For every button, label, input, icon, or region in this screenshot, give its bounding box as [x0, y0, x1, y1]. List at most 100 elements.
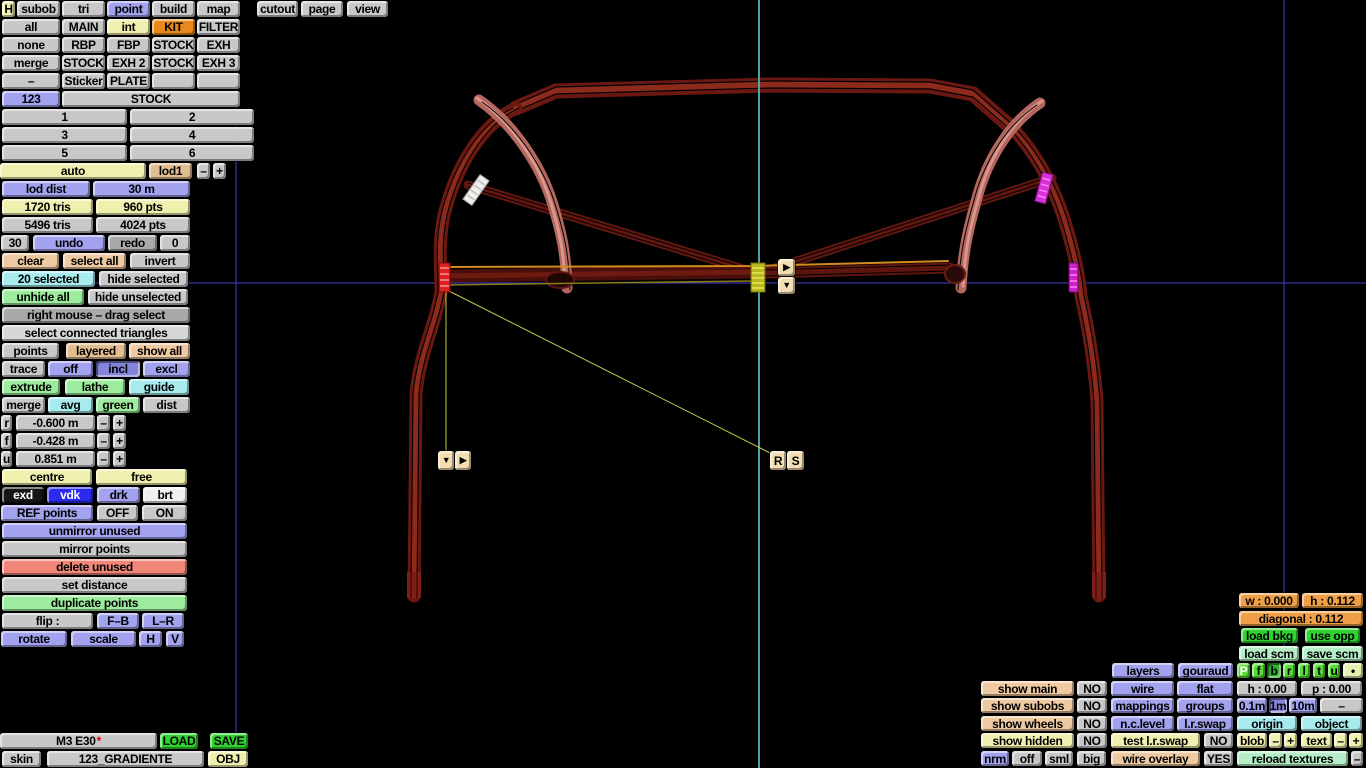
btn-u-minus[interactable]: –: [97, 451, 110, 467]
btn-f-plus[interactable]: +: [113, 433, 126, 449]
btn-show-main[interactable]: show main: [981, 681, 1074, 696]
btn-groups[interactable]: groups: [1177, 698, 1233, 713]
btn-2[interactable]: 2: [130, 109, 254, 125]
btn-trace[interactable]: trace: [2, 361, 45, 377]
btn-obj[interactable]: OBJ: [208, 751, 248, 767]
btn-incl[interactable]: incl: [96, 361, 140, 377]
btn-kit[interactable]: KIT: [152, 19, 195, 35]
btn-view[interactable]: view: [347, 1, 388, 17]
btn-exd[interactable]: exd: [2, 487, 44, 503]
btn-l-r[interactable]: L–R: [142, 613, 184, 629]
btn-clear[interactable]: clear: [2, 253, 59, 269]
btn-wire-overlay[interactable]: wire overlay: [1111, 751, 1200, 766]
btn-stock-wide[interactable]: STOCK: [62, 91, 240, 107]
btn-filter[interactable]: FILTER: [197, 19, 240, 35]
lod-dist-value[interactable]: 30 m: [93, 181, 190, 197]
btn-view-dot[interactable]: •: [1343, 663, 1363, 678]
btn-3[interactable]: 3: [2, 127, 127, 143]
btn-reload-textures[interactable]: reload textures: [1237, 751, 1348, 766]
btn-stock[interactable]: STOCK: [152, 37, 195, 53]
btn-map[interactable]: map: [197, 1, 240, 17]
btn-avg[interactable]: avg: [48, 397, 93, 413]
btn-excl[interactable]: excl: [143, 361, 190, 377]
btn-origin[interactable]: origin: [1237, 716, 1297, 731]
btn-auto[interactable]: auto: [0, 163, 146, 179]
btn-save-scm[interactable]: save scm: [1302, 646, 1363, 661]
btn-big[interactable]: big: [1077, 751, 1106, 766]
btn-wire[interactable]: wire: [1111, 681, 1174, 696]
btn-object[interactable]: object: [1301, 716, 1362, 731]
btn-scale[interactable]: scale: [71, 631, 136, 647]
btn-select-all[interactable]: select all: [63, 253, 126, 269]
btn-f-minus[interactable]: –: [97, 433, 110, 449]
btn-ref-points[interactable]: REF points: [1, 505, 93, 521]
btn-test-l-r-swap[interactable]: test l.r.swap: [1111, 733, 1200, 748]
viewport-down-arrow-button[interactable]: ▼: [438, 451, 454, 470]
btn-rbp[interactable]: RBP: [62, 37, 105, 53]
btn-view-r[interactable]: r: [1283, 663, 1295, 678]
btn-r-plus[interactable]: +: [113, 415, 126, 431]
btn-set-distance[interactable]: set distance: [2, 577, 187, 593]
btn-1[interactable]: 1: [2, 109, 127, 125]
btn-none[interactable]: none: [2, 37, 60, 53]
btn-load-scm[interactable]: load scm: [1239, 646, 1299, 661]
btn-l-r-swap[interactable]: l.r.swap: [1177, 716, 1233, 731]
btn-redo[interactable]: redo: [108, 235, 157, 251]
btn-int[interactable]: int: [107, 19, 150, 35]
btn-text-plus[interactable]: +: [1349, 733, 1363, 748]
btn-lod-dist[interactable]: lod dist: [2, 181, 90, 197]
btn-n-c-level[interactable]: n.c.level: [1111, 716, 1174, 731]
btn-view-t[interactable]: t: [1313, 663, 1325, 678]
center-down-arrow-button[interactable]: ▼: [778, 277, 795, 294]
btn-save[interactable]: SAVE: [210, 733, 248, 749]
btn-nrm[interactable]: nrm: [981, 751, 1009, 766]
btn-view-f[interactable]: f: [1252, 663, 1265, 678]
btn-flip-v[interactable]: V: [166, 631, 184, 647]
btn-text[interactable]: text: [1301, 733, 1332, 748]
btn-green[interactable]: green: [96, 397, 140, 413]
coord-u-value[interactable]: 0.851 m: [16, 451, 95, 467]
btn-5[interactable]: 5: [2, 145, 127, 161]
btn-rotate[interactable]: rotate: [1, 631, 67, 647]
show-hidden-no[interactable]: NO: [1077, 733, 1107, 748]
btn-unmirror-unused[interactable]: unmirror unused: [2, 523, 187, 539]
btn-u-plus[interactable]: +: [113, 451, 126, 467]
btn-merge-points[interactable]: merge: [2, 397, 45, 413]
btn-on[interactable]: ON: [142, 505, 187, 521]
btn-reload-minus[interactable]: –: [1351, 751, 1363, 766]
blank-button[interactable]: [197, 73, 240, 89]
viewport-s-button[interactable]: S: [787, 451, 804, 470]
btn-drk[interactable]: drk: [97, 487, 140, 503]
btn-4[interactable]: 4: [130, 127, 254, 143]
btn-show-hidden[interactable]: show hidden: [981, 733, 1074, 748]
btn-skin[interactable]: skin: [2, 751, 41, 767]
btn-brt[interactable]: brt: [143, 487, 187, 503]
axis-r-label[interactable]: r: [1, 415, 12, 431]
btn-stock[interactable]: STOCK: [152, 55, 195, 71]
btn-fbp[interactable]: FBP: [107, 37, 150, 53]
show-subobs-no[interactable]: NO: [1077, 698, 1107, 713]
btn-exh-3[interactable]: EXH 3: [197, 55, 240, 71]
btn-123[interactable]: 123: [2, 91, 60, 107]
btn-view-u[interactable]: u: [1328, 663, 1340, 678]
btn-view-l[interactable]: l: [1298, 663, 1310, 678]
btn-off[interactable]: off: [48, 361, 93, 377]
axis-u-label[interactable]: u: [1, 451, 12, 467]
skin-name[interactable]: 123_GRADIENTE: [47, 751, 204, 767]
btn-merge[interactable]: merge: [2, 55, 60, 71]
btn-invert[interactable]: invert: [130, 253, 190, 269]
btn-cutout[interactable]: cutout: [257, 1, 298, 17]
btn-exh-2[interactable]: EXH 2: [107, 55, 150, 71]
btn-gouraud[interactable]: gouraud: [1178, 663, 1233, 678]
btn-delete-unused[interactable]: delete unused: [2, 559, 187, 575]
btn-hide-unselected[interactable]: hide unselected: [88, 289, 188, 305]
btn-h[interactable]: H: [2, 1, 15, 17]
btn-exh[interactable]: EXH: [197, 37, 240, 53]
btn-unhide-all[interactable]: unhide all: [2, 289, 84, 305]
btn-dist[interactable]: dist: [143, 397, 190, 413]
btn-view-p[interactable]: P: [1237, 663, 1250, 678]
btn-off[interactable]: OFF: [97, 505, 138, 521]
axis-f-label[interactable]: f: [1, 433, 12, 449]
btn-show-wheels[interactable]: show wheels: [981, 716, 1074, 731]
btn-page[interactable]: page: [301, 1, 343, 17]
